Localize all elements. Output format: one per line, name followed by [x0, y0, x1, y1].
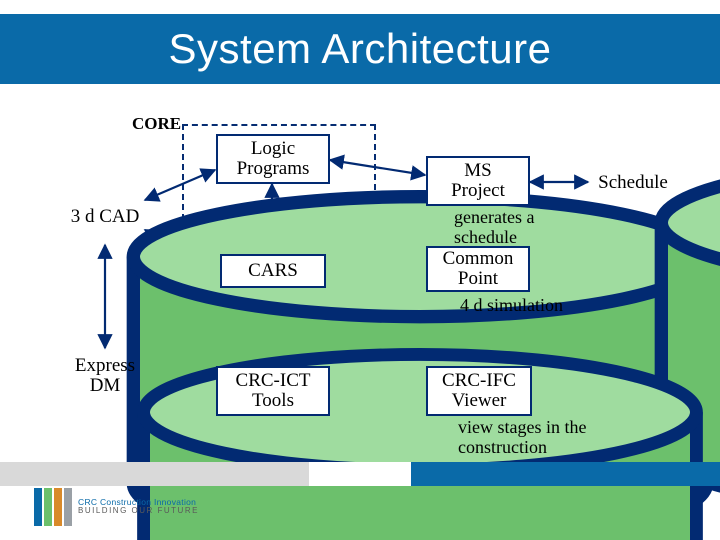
node-common-point: Common Point: [426, 246, 530, 292]
node-express-dm-label: Express DM: [75, 356, 135, 396]
slide: System Architecture CORE: [0, 0, 720, 540]
footer-logo: CRC Construction Innovation BUILDING OUR…: [34, 484, 199, 530]
page-title: System Architecture: [0, 14, 720, 84]
node-schedule: Schedule: [588, 156, 678, 210]
node-logic-programs: Logic Programs: [216, 134, 330, 184]
footer-logo-icon: [34, 488, 72, 526]
footer-band: [0, 462, 720, 486]
node-ms-project-caption: generates a schedule: [454, 208, 534, 248]
node-3d-cad: 3 d CAD: [60, 190, 150, 244]
architecture-diagram: CORE: [0, 90, 720, 450]
node-cars: CARS: [220, 254, 326, 288]
node-express-dm: Express DM: [60, 348, 150, 404]
node-crc-ifc-viewer: CRC-IFC Viewer: [426, 366, 532, 416]
node-schedule-label: Schedule: [598, 173, 668, 193]
node-crc-ifc-viewer-caption: view stages in the construction: [458, 418, 586, 458]
node-3d-cad-label: 3 d CAD: [71, 207, 140, 227]
node-common-point-caption: 4 d simulation: [460, 296, 563, 316]
node-crc-ict-tools: CRC-ICT Tools: [216, 366, 330, 416]
footer-logo-tag: BUILDING OUR FUTURE: [78, 507, 199, 515]
node-ms-project: MS Project: [426, 156, 530, 206]
